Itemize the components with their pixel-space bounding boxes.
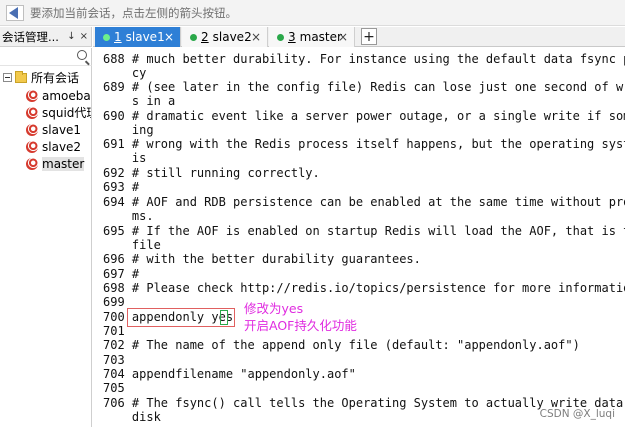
folder-icon — [15, 70, 27, 83]
session-item-squid[interactable]: squid代理 — [26, 104, 91, 121]
session-icon — [26, 140, 38, 153]
tab-slave1[interactable]: 1 slave1 × — [95, 27, 181, 47]
add-tab-button[interactable]: + — [361, 28, 377, 45]
collapse-icon[interactable] — [3, 73, 12, 82]
tab-bar: 1 slave1 × 2 slave2 × 3 master × + — [93, 27, 625, 47]
terminal-line: ing — [103, 123, 154, 137]
terminal-line: 693 # — [103, 180, 140, 194]
tree-root-label: 所有会话 — [31, 71, 80, 85]
session-icon — [26, 106, 38, 119]
connected-status-icon — [277, 33, 284, 41]
left-arrow-icon — [8, 6, 18, 19]
terminal-line: cy — [103, 66, 147, 80]
session-manager-header: 会话管理... ↓ × — [0, 27, 92, 47]
tree-root[interactable]: 所有会话 — [3, 69, 79, 86]
terminal-line: 704 appendfilename "appendonly.aof" — [103, 367, 356, 381]
session-item-slave1[interactable]: slave1 — [26, 121, 81, 138]
connected-status-icon — [190, 33, 197, 41]
session-tree: 所有会话 amoeba squid代理 slave1 slave2 master — [0, 66, 92, 427]
hint-bar: 要添加当前会话，点击左侧的箭头按钮。 — [0, 0, 625, 26]
terminal-line: is — [103, 151, 147, 165]
session-manager-title: 会话管理... — [2, 29, 59, 44]
terminal-line: 696 # with the better durability guarant… — [103, 252, 421, 266]
terminal-line: 703 — [103, 353, 125, 367]
terminal-line: disk — [103, 410, 161, 424]
text-cursor — [220, 310, 228, 325]
session-item-slave2[interactable]: slave2 — [26, 138, 81, 155]
terminal-line: 694 # AOF and RDB persistence can be ena… — [103, 195, 625, 209]
pin-icon[interactable]: ↓ — [67, 31, 75, 42]
terminal-line: 702 # The name of the append only file (… — [103, 338, 580, 352]
session-icon — [26, 89, 38, 102]
close-panel-icon[interactable]: × — [80, 31, 88, 42]
watermark: CSDN @X_luqi — [539, 408, 615, 420]
terminal[interactable]: 688 # much better durability. For instan… — [97, 48, 625, 427]
add-session-arrow-button[interactable] — [6, 4, 24, 21]
session-item-master[interactable]: master — [26, 155, 85, 172]
tab-master[interactable]: 3 master × — [269, 27, 355, 47]
session-item-amoeba[interactable]: amoeba — [26, 87, 91, 104]
annotation-line-2: 开启AOF持久化功能 — [244, 318, 357, 333]
terminal-line: 705 — [103, 381, 125, 395]
session-icon — [26, 157, 38, 170]
terminal-line: file — [103, 238, 161, 252]
annotation-line-1: 修改为yes — [244, 301, 304, 316]
close-tab-icon[interactable]: × — [164, 30, 174, 44]
hint-text: 要添加当前会话，点击左侧的箭头按钮。 — [30, 5, 237, 20]
session-icon — [26, 123, 38, 136]
terminal-line: 701 — [103, 324, 125, 338]
terminal-line: 689 # (see later in the config file) Red… — [103, 80, 625, 94]
search-icon[interactable] — [77, 50, 87, 60]
highlight-box — [127, 308, 235, 327]
tab-slave2[interactable]: 2 slave2 × — [182, 27, 268, 47]
terminal-line: 698 # Please check http://redis.io/topic… — [103, 281, 625, 295]
close-tab-icon[interactable]: × — [338, 30, 348, 44]
terminal-line: 690 # dramatic event like a server power… — [103, 109, 625, 123]
terminal-line: 699 — [103, 295, 125, 309]
terminal-line: 692 # still running correctly. — [103, 166, 320, 180]
terminal-line: 691 # wrong with the Redis process itsel… — [103, 137, 625, 151]
terminal-line: s in a — [103, 94, 176, 108]
terminal-line: 688 # much better durability. For instan… — [103, 52, 625, 66]
close-tab-icon[interactable]: × — [251, 30, 261, 44]
terminal-line: ms. — [103, 209, 154, 223]
terminal-line: 697 # — [103, 267, 140, 281]
session-search-input[interactable] — [0, 48, 92, 66]
terminal-line: 695 # If the AOF is enabled on startup R… — [103, 224, 625, 238]
connected-status-icon — [103, 33, 110, 41]
